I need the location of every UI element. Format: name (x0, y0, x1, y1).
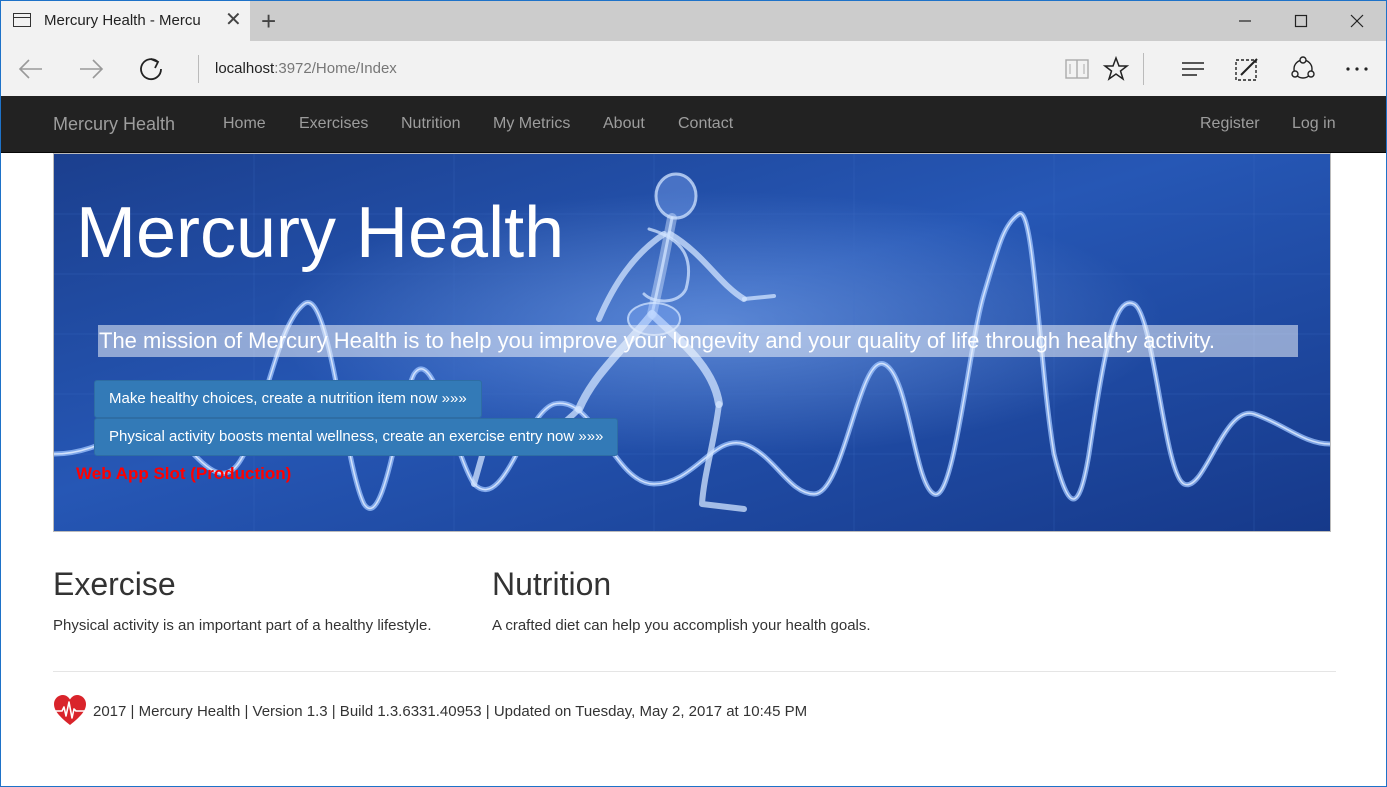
site-navbar: Mercury Health Home Exercises Nutrition … (1, 96, 1386, 153)
nav-home[interactable]: Home (223, 115, 266, 133)
create-nutrition-button[interactable]: Make healthy choices, create a nutrition… (94, 380, 482, 418)
share-icon[interactable] (1289, 55, 1317, 83)
new-tab-icon[interactable]: + (261, 5, 276, 37)
exercise-section: Exercise Physical activity is an importa… (53, 566, 432, 634)
nutrition-text: A crafted diet can help you accomplish y… (492, 617, 871, 634)
refresh-icon[interactable] (136, 54, 166, 84)
url-separator (198, 55, 199, 83)
back-arrow-icon[interactable] (16, 54, 46, 84)
nav-about[interactable]: About (603, 115, 645, 133)
minimize-icon[interactable] (1217, 1, 1273, 41)
nav-contact[interactable]: Contact (678, 115, 733, 133)
heart-logo-icon (54, 695, 86, 725)
url-host: localhost (215, 60, 275, 77)
tab-close-icon[interactable]: ✕ (225, 9, 242, 31)
nutrition-heading: Nutrition (492, 566, 612, 602)
footer: 2017 | Mercury Health | Version 1.3 | Bu… (53, 694, 807, 728)
web-note-icon[interactable] (1233, 55, 1261, 83)
browser-tab[interactable]: Mercury Health - Mercu ✕ (1, 1, 250, 41)
maximize-icon[interactable] (1273, 1, 1329, 41)
footer-text: 2017 | Mercury Health | Version 1.3 | Bu… (93, 702, 808, 720)
favorite-star-icon[interactable] (1102, 55, 1130, 83)
nutrition-section: Nutrition A crafted diet can help you ac… (492, 566, 871, 634)
hero-title: Mercury Health (76, 193, 565, 273)
more-icon[interactable] (1343, 55, 1371, 83)
browser-window: Mercury Health - Mercu ✕ + localhost:397… (0, 0, 1387, 787)
footer-divider (53, 671, 1336, 672)
tab-page-icon (13, 13, 31, 27)
nav-nutrition[interactable]: Nutrition (401, 115, 461, 133)
window-close-icon[interactable] (1329, 1, 1385, 41)
web-app-slot-label: Web App Slot (Production) (76, 464, 292, 483)
address-toolbar: localhost:3972/Home/Index (1, 41, 1386, 96)
mission-statement: The mission of Mercury Health is to help… (98, 325, 1298, 357)
hub-icon[interactable] (1179, 55, 1207, 83)
url-path: :3972/Home/Index (274, 60, 397, 77)
nav-my-metrics[interactable]: My Metrics (493, 115, 570, 133)
title-bar: Mercury Health - Mercu ✕ + (1, 1, 1386, 41)
exercise-text: Physical activity is an important part o… (53, 617, 432, 634)
navbar-brand[interactable]: Mercury Health (53, 114, 175, 135)
nav-login[interactable]: Log in (1292, 115, 1336, 133)
forward-arrow-icon[interactable] (76, 54, 106, 84)
hero-jumbotron: Mercury Health The mission of Mercury He… (53, 153, 1331, 532)
tab-title: Mercury Health - Mercu (44, 12, 201, 29)
nav-register[interactable]: Register (1200, 115, 1260, 133)
toolbar-separator (1143, 53, 1144, 85)
exercise-heading: Exercise (53, 566, 176, 602)
nav-exercises[interactable]: Exercises (299, 115, 368, 133)
url-field[interactable]: localhost:3972/Home/Index (215, 60, 397, 77)
reading-view-icon[interactable] (1063, 55, 1091, 83)
create-exercise-button[interactable]: Physical activity boosts mental wellness… (94, 418, 619, 456)
